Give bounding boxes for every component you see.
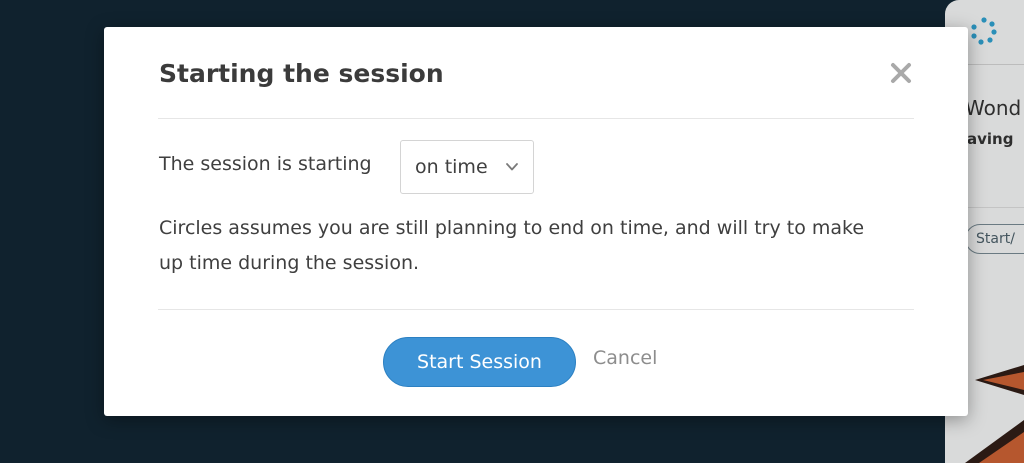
- start-session-dialog: Starting the session The session is star…: [104, 27, 968, 416]
- background-session-subtitle: aving: [967, 130, 1014, 148]
- start-timing-label: The session is starting: [159, 153, 372, 175]
- cancel-button[interactable]: Cancel: [593, 347, 657, 369]
- start-timing-select[interactable]: on time: [400, 140, 534, 194]
- chevron-down-icon: [506, 163, 518, 171]
- timing-explanation: Circles assumes you are still planning t…: [159, 217, 865, 274]
- dialog-title: Starting the session: [159, 59, 444, 88]
- start-timing-value: on time: [415, 156, 488, 178]
- background-session-title: Wond: [965, 96, 1022, 120]
- footer-divider: [158, 309, 914, 310]
- start-session-button[interactable]: Start Session: [383, 337, 576, 387]
- loading-icon: [971, 17, 997, 45]
- close-button[interactable]: [886, 58, 916, 88]
- header-divider: [158, 118, 914, 119]
- background-start-button: Start/: [965, 224, 1024, 254]
- close-icon: [891, 63, 911, 83]
